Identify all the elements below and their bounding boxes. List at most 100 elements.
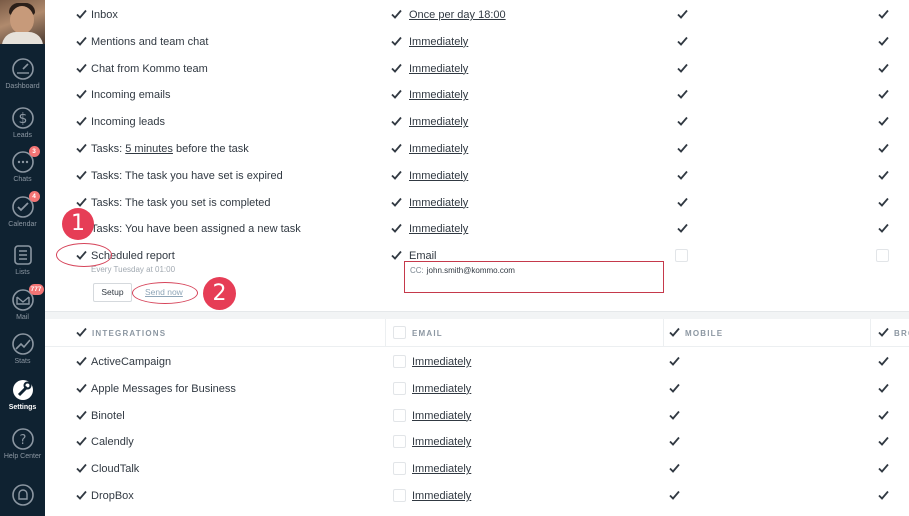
check-icon[interactable] [677,223,688,234]
check-icon[interactable] [878,116,889,127]
frequency-link[interactable]: Immediately [409,89,468,101]
check-icon[interactable] [669,383,680,394]
browser-checkbox[interactable] [876,249,889,262]
frequency-link[interactable]: Immediately [409,116,468,128]
email-checkbox[interactable] [393,435,406,449]
check-icon[interactable] [76,36,87,47]
sidebar-item-settings[interactable]: Settings [0,377,45,411]
sidebar-item-calendar[interactable]: 4 Calendar [0,191,45,228]
check-icon[interactable] [677,170,688,181]
email-header-checkbox[interactable] [393,326,406,339]
check-icon[interactable] [878,63,889,74]
sidebar-item-leads[interactable]: $ Leads [0,105,45,139]
check-icon[interactable] [878,410,889,421]
mobile-checkbox[interactable] [675,249,688,262]
sidebar-item-dashboard[interactable]: Dashboard [0,56,45,90]
task-time-link[interactable]: 5 minutes [125,143,173,155]
check-icon[interactable] [878,36,889,47]
check-icon[interactable] [677,36,688,47]
check-icon[interactable] [76,463,87,474]
email-checkbox[interactable] [393,462,406,476]
check-icon[interactable] [76,436,87,447]
check-icon[interactable] [391,197,402,208]
check-icon[interactable] [391,116,402,127]
notification-name: Inbox [91,9,118,21]
cc-email-field[interactable]: CC: john.smith@kommo.com [404,261,664,293]
check-icon[interactable] [677,89,688,100]
check-icon[interactable] [391,143,402,154]
user-avatar[interactable] [0,0,45,44]
check-icon[interactable] [76,383,87,394]
check-icon[interactable] [76,410,87,421]
frequency-link[interactable]: Immediately [412,410,471,422]
check-icon[interactable] [669,490,680,501]
notification-settings: Inbox Once per day 18:00 Mentions and team… [45,0,909,516]
frequency-link[interactable]: Immediately [409,143,468,155]
check-icon[interactable] [878,9,889,20]
frequency-link[interactable]: Immediately [412,463,471,475]
check-icon[interactable] [391,250,402,261]
frequency-link[interactable]: Immediately [412,356,471,368]
check-icon[interactable] [878,356,889,367]
frequency-link[interactable]: Immediately [412,436,471,448]
check-icon[interactable] [391,36,402,47]
check-icon[interactable] [669,410,680,421]
email-checkbox[interactable] [393,489,406,502]
check-icon[interactable] [76,356,87,367]
check-icon[interactable] [76,170,87,181]
sidebar-item-chats[interactable]: 3 Chats [0,146,45,183]
sidebar-item-label: Calendar [8,221,37,228]
check-icon[interactable] [677,116,688,127]
check-icon[interactable] [669,463,680,474]
check-icon[interactable] [76,197,87,208]
email-checkbox[interactable] [393,355,406,368]
frequency-link[interactable]: Immediately [412,383,471,395]
frequency-link[interactable]: Immediately [409,36,468,48]
check-icon[interactable] [878,463,889,474]
check-icon[interactable] [76,116,87,127]
check-icon[interactable] [391,89,402,100]
frequency-link[interactable]: Immediately [409,170,468,182]
frequency-link[interactable]: Immediately [409,197,468,209]
check-icon[interactable] [878,143,889,154]
check-icon[interactable] [76,490,87,501]
check-icon[interactable] [76,327,87,338]
setup-button[interactable]: Setup [93,283,132,302]
frequency-link[interactable]: Immediately [409,63,468,75]
check-icon[interactable] [391,9,402,20]
check-icon[interactable] [677,143,688,154]
check-icon[interactable] [677,9,688,20]
check-icon[interactable] [76,63,87,74]
check-icon[interactable] [391,223,402,234]
check-icon[interactable] [878,170,889,181]
frequency-link[interactable]: Immediately [412,490,471,502]
check-icon[interactable] [76,143,87,154]
check-icon[interactable] [391,63,402,74]
check-icon[interactable] [878,436,889,447]
check-icon[interactable] [76,9,87,20]
check-icon[interactable] [878,490,889,501]
frequency-link[interactable]: Immediately [409,223,468,235]
frequency-link[interactable]: Once per day 18:00 [409,9,506,21]
check-icon[interactable] [391,170,402,181]
sidebar-item-lists[interactable]: Lists [0,242,45,276]
email-checkbox[interactable] [393,381,406,395]
check-icon[interactable] [878,197,889,208]
sidebar-item-help-center[interactable]: ? Help Center [0,426,45,460]
check-icon[interactable] [878,89,889,100]
check-icon[interactable] [878,327,889,338]
check-icon[interactable] [878,223,889,234]
check-icon[interactable] [677,63,688,74]
bell-icon [10,482,36,508]
check-icon[interactable] [669,327,680,338]
check-icon[interactable] [677,197,688,208]
check-icon[interactable] [669,356,680,367]
sidebar-item-stats[interactable]: Stats [0,331,45,365]
check-icon[interactable] [76,89,87,100]
check-icon[interactable] [878,383,889,394]
sidebar-item-notifications[interactable] [0,482,45,508]
check-icon[interactable] [669,436,680,447]
email-checkbox[interactable] [393,408,406,422]
sidebar-item-mail[interactable]: 777 Mail [0,284,45,321]
integration-row: DropBox Immediately [45,482,909,509]
